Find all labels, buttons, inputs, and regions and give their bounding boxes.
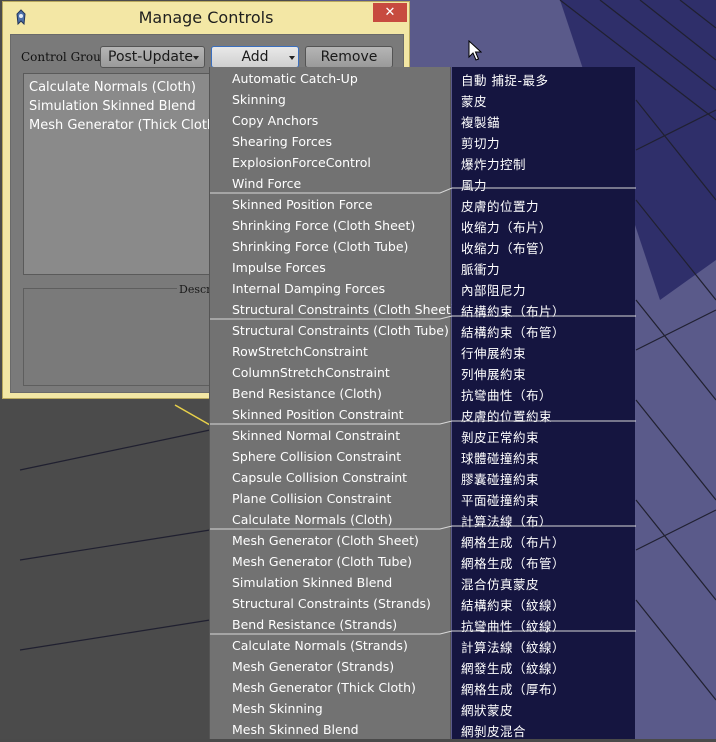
menu-item[interactable]: Shrinking Force (Cloth Tube)	[210, 236, 451, 257]
translation-label: 結構約束（布管）	[461, 325, 566, 340]
menu-item[interactable]: Capsule Collision Constraint	[210, 467, 451, 488]
menu-item[interactable]: Shrinking Force (Cloth Sheet)	[210, 215, 451, 236]
translation-label: 自動 捕捉-最多	[461, 73, 549, 88]
add-button[interactable]: Add	[211, 46, 299, 68]
description-box	[23, 288, 223, 386]
translation-label: 蒙皮	[461, 94, 488, 109]
menu-item[interactable]: Mesh Generator (Cloth Tube)	[210, 551, 451, 572]
controls-list[interactable]: Calculate Normals (Cloth) Simulation Ski…	[23, 73, 223, 275]
menu-item[interactable]: Bend Resistance (Cloth)	[210, 383, 451, 404]
translation-label: 複製錨	[461, 115, 501, 130]
menu-item[interactable]: Plane Collision Constraint	[210, 488, 451, 509]
list-item[interactable]: Simulation Skinned Blend	[24, 97, 222, 116]
menu-item[interactable]: ColumnStretchConstraint	[210, 362, 451, 383]
menu-item[interactable]: Structural Constraints (Strands)	[210, 593, 451, 614]
chevron-down-icon	[289, 56, 295, 60]
control-group-value: Post-Update	[108, 49, 194, 65]
translation-label: 球體碰撞約束	[461, 451, 540, 466]
translation-label: 皮膚的位置力	[461, 199, 540, 214]
close-button[interactable]: ✕	[373, 3, 407, 22]
control-group-dropdown[interactable]: Post-Update	[100, 46, 205, 68]
menu-item[interactable]: Calculate Normals (Cloth)	[210, 509, 451, 530]
menu-item[interactable]: Automatic Catch-Up	[210, 68, 451, 89]
translation-label: 計算法線（紋線）	[461, 640, 566, 655]
menu-item[interactable]: Mesh Generator (Strands)	[210, 656, 451, 677]
translation-label: 計算法線（布）	[461, 514, 553, 529]
list-item[interactable]: Calculate Normals (Cloth)	[24, 78, 222, 97]
translation-label: 皮膚的位置約束	[461, 409, 553, 424]
translation-label: 收缩力（布管）	[461, 241, 553, 256]
translation-label: 結構約束（紋線）	[461, 598, 566, 613]
translation-panel: 自動 捕捉-最多 蒙皮複製錨剪切力爆炸力控制風力皮膚的位置力 收缩力（布片） 收缩力（…	[452, 67, 635, 739]
menu-item[interactable]: Bend Resistance (Strands)	[210, 614, 451, 635]
add-menu: Automatic Catch-Up Skinning Copy Anchors Sh…	[209, 67, 456, 740]
translation-label: 網狀蒙皮	[461, 703, 514, 718]
translation-label: 網發生成（紋線）	[461, 661, 566, 676]
translation-label: 結構約束（布片）	[461, 304, 566, 319]
translation-label: 風力	[461, 178, 488, 193]
menu-item[interactable]: Wind Force	[210, 173, 451, 194]
menu-item[interactable]: RowStretchConstraint	[210, 341, 451, 362]
list-item[interactable]: Mesh Generator (Thick Cloth)	[24, 116, 222, 135]
menu-item[interactable]: Skinned Normal Constraint	[210, 425, 451, 446]
menu-item[interactable]: Skinning	[210, 89, 451, 110]
translation-label: 膠囊碰撞約束	[461, 472, 540, 487]
menu-item[interactable]: Mesh Generator (Thick Cloth)	[210, 677, 451, 698]
title-bar[interactable]: Manage Controls ✕	[3, 2, 409, 34]
translation-label: 網格生成（厚布）	[461, 682, 566, 697]
translation-label: 抗彎曲性（布）	[461, 388, 553, 403]
menu-item[interactable]: Sphere Collision Constraint	[210, 446, 451, 467]
translation-label: 網格生成（布片）	[461, 535, 566, 550]
menu-item[interactable]: Simulation Skinned Blend	[210, 572, 451, 593]
translation-label: 爆炸力控制	[461, 157, 527, 172]
window-title: Manage Controls	[138, 8, 274, 27]
menu-item[interactable]: Mesh Skinned Blend	[210, 719, 451, 740]
translation-label: 網格生成（布管）	[461, 556, 566, 571]
translation-label: 列伸展約束	[461, 367, 527, 382]
remove-button[interactable]: Remove	[305, 46, 393, 68]
menu-item[interactable]: Internal Damping Forces	[210, 278, 451, 299]
menu-item[interactable]: Skinned Position Constraint	[210, 404, 451, 425]
menu-item[interactable]: Structural Constraints (Cloth Sheet)	[210, 299, 456, 320]
chevron-down-icon	[193, 56, 199, 60]
menu-item[interactable]: ExplosionForceControl	[210, 152, 451, 173]
translation-label: 平面碰撞約束	[461, 493, 540, 508]
menu-item[interactable]: Copy Anchors	[210, 110, 451, 131]
menu-item[interactable]: Shearing Forces	[210, 131, 451, 152]
add-button-label: Add	[241, 49, 269, 65]
menu-item[interactable]: Impulse Forces	[210, 257, 451, 278]
menu-item[interactable]: Mesh Generator (Cloth Sheet)	[210, 530, 451, 551]
translation-label: 混合仿真蒙皮	[461, 577, 540, 592]
menu-item[interactable]: Skinned Position Force	[210, 194, 451, 215]
translation-label: 收缩力（布片）	[461, 220, 553, 235]
translation-label: 脈衝力	[461, 262, 501, 277]
translation-label: 剪切力	[461, 136, 501, 151]
menu-item[interactable]: Mesh Skinning	[210, 698, 451, 719]
translation-label: 內部阻尼力	[461, 283, 527, 298]
mouse-cursor-icon	[468, 40, 482, 61]
control-group-label: Control Group:	[21, 50, 113, 64]
menu-item[interactable]: Calculate Normals (Strands)	[210, 635, 451, 656]
translation-label: 抗彎曲性（紋線）	[461, 619, 566, 634]
translation-label: 剝皮正常約束	[461, 430, 540, 445]
menu-item[interactable]: Structural Constraints (Cloth Tube)	[210, 320, 451, 341]
translation-label: 行伸展約束	[461, 346, 527, 361]
